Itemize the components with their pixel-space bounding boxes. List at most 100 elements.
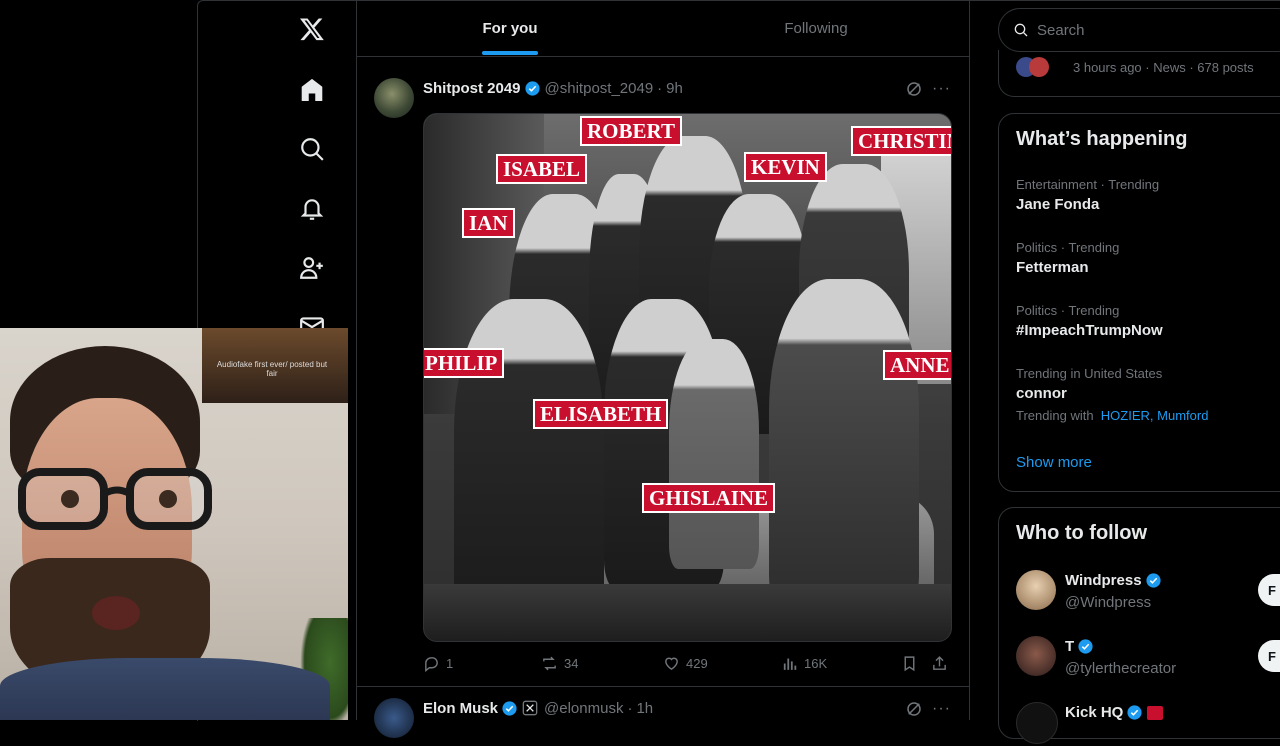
search-input[interactable]: Search xyxy=(998,8,1280,52)
webcam-person-glasses xyxy=(18,468,212,530)
share-icon xyxy=(933,656,946,670)
image-name-tag: IAN xyxy=(462,208,515,238)
trend-name: #ImpeachTrumpNow xyxy=(1016,322,1163,339)
views-icon xyxy=(783,658,797,670)
bell-icon[interactable] xyxy=(297,194,327,224)
author-name[interactable]: Elon Musk xyxy=(423,700,498,717)
add-person-icon[interactable] xyxy=(297,253,327,283)
more-options-icon[interactable]: ··· xyxy=(932,80,951,98)
image-floor xyxy=(424,584,951,641)
trending-with-link[interactable]: HOZIER xyxy=(1101,408,1150,423)
account-name[interactable]: Windpress xyxy=(1065,572,1142,589)
image-name-tag: ROBERT xyxy=(580,116,682,146)
show-more-link[interactable]: Show more xyxy=(1016,454,1092,471)
separator-dot: · xyxy=(657,79,663,97)
image-name-tag: ELISABETH xyxy=(533,399,669,429)
avatar[interactable] xyxy=(1016,636,1056,676)
avatar[interactable] xyxy=(1016,570,1056,610)
trend-item[interactable]: Trending in United States connor Trendin… xyxy=(1016,366,1208,423)
post-time[interactable]: 9h xyxy=(666,80,683,97)
home-icon[interactable] xyxy=(297,75,327,105)
search-placeholder: Search xyxy=(1037,21,1085,39)
avatar[interactable] xyxy=(1016,702,1058,744)
post-header: Shitpost 2049 @shitpost_2049 · 9h xyxy=(423,78,683,98)
image-name-tag: GHISLAINE xyxy=(642,483,776,513)
follow-button[interactable]: F xyxy=(1258,574,1280,606)
repost-button[interactable]: 34 xyxy=(541,655,578,672)
follow-suggestion[interactable]: Kick HQ xyxy=(1016,702,1280,746)
image-name-tag: ANNE xyxy=(883,350,951,380)
author-handle[interactable]: @shitpost_2049 xyxy=(545,80,654,97)
tab-following[interactable]: Following xyxy=(663,0,969,56)
trend-name: connor xyxy=(1016,385,1067,402)
reply-button[interactable]: 1 xyxy=(423,655,453,672)
trend-item[interactable]: Entertainment · Trending Jane Fonda xyxy=(1016,177,1159,213)
trend-name: Fetterman xyxy=(1016,259,1089,276)
post-actions: 1 34 429 16K xyxy=(423,655,953,675)
author-name[interactable]: Shitpost 2049 xyxy=(423,80,521,97)
verified-badge-icon xyxy=(502,700,517,716)
follow-suggestion[interactable]: T @tylerthecreator F xyxy=(1016,636,1280,680)
avatar[interactable] xyxy=(374,78,414,118)
account-name-row: Windpress xyxy=(1065,572,1166,589)
trend-category: Entertainment · Trending xyxy=(1016,177,1160,192)
grok-icon[interactable] xyxy=(905,80,923,98)
image-name-tag: PHILIP xyxy=(424,348,505,378)
webcam-frame-text: Audiofake first ever/ posted but fair xyxy=(216,360,328,378)
view-count: 16K xyxy=(804,656,828,671)
follow-suggestion[interactable]: Windpress @Windpress F xyxy=(1016,570,1280,614)
account-handle: @Windpress xyxy=(1065,594,1152,611)
more-options-icon[interactable]: ··· xyxy=(932,700,951,718)
timeline: For you Following Shitpost 2049 @shitpos… xyxy=(356,0,970,738)
trend-item[interactable]: Politics · Trending #ImpeachTrumpNow xyxy=(1016,303,1163,339)
account-name-row: T xyxy=(1065,638,1098,655)
x-logo-icon[interactable] xyxy=(297,14,327,44)
account-name[interactable]: Kick HQ xyxy=(1065,704,1123,721)
account-name-row: Kick HQ xyxy=(1065,704,1164,721)
post[interactable]: Shitpost 2049 @shitpost_2049 · 9h ··· RO… xyxy=(357,66,969,687)
panel-title: What’s happening xyxy=(1016,128,1188,150)
like-count: 429 xyxy=(686,656,708,671)
views-button[interactable]: 16K xyxy=(781,655,827,672)
image-figure xyxy=(769,279,919,609)
grok-icon[interactable] xyxy=(905,700,923,718)
account-name[interactable]: T xyxy=(1065,638,1074,655)
like-button[interactable]: 429 xyxy=(663,655,708,672)
post-time[interactable]: 1h xyxy=(636,700,653,717)
trend-category: Politics · Trending xyxy=(1016,303,1120,318)
author-handle[interactable]: @elonmusk xyxy=(544,700,623,717)
reply-icon xyxy=(425,657,438,672)
trend-category: Politics · Trending xyxy=(1016,240,1120,255)
trending-with: Trending with HOZIER, Mumford xyxy=(1016,408,1208,423)
trend-category: Trending in United States xyxy=(1016,366,1163,381)
bookmark-icon xyxy=(904,656,915,672)
whats-happening-panel: What’s happening Entertainment · Trendin… xyxy=(998,113,1280,492)
news-meta: 3 hours ago · News · 678 posts xyxy=(1073,60,1254,75)
image-name-tag: CHRISTIN xyxy=(851,126,951,156)
news-avatar xyxy=(1029,57,1049,77)
share-button[interactable] xyxy=(931,655,948,672)
tab-for-you[interactable]: For you xyxy=(357,0,663,56)
news-item[interactable]: 3 hours ago · News · 678 posts xyxy=(998,50,1280,97)
post-header: Elon Musk @elonmusk · 1h xyxy=(423,698,653,718)
follow-button[interactable]: F xyxy=(1258,640,1280,672)
x-affiliate-icon xyxy=(522,700,538,716)
heart-icon xyxy=(665,657,678,671)
trend-item[interactable]: Politics · Trending Fetterman xyxy=(1016,240,1119,276)
bookmark-button[interactable] xyxy=(901,655,918,672)
timeline-tabs: For you Following xyxy=(357,0,969,57)
tab-label: For you xyxy=(482,19,538,37)
search-icon[interactable] xyxy=(297,134,327,164)
webcam-person-mouth xyxy=(92,596,140,630)
image-name-tag: ISABEL xyxy=(496,154,588,184)
reply-count: 1 xyxy=(446,656,454,671)
trending-with-link[interactable]: Mumford xyxy=(1157,408,1208,423)
account-handle: @tylerthecreator xyxy=(1065,660,1177,677)
avatar[interactable] xyxy=(374,698,414,738)
verified-badge-icon xyxy=(524,80,540,96)
post-image[interactable]: ROBERT CHRISTIN ISABEL KEVIN IAN PHILIP … xyxy=(423,113,952,642)
search-icon xyxy=(1014,23,1028,37)
repost-icon xyxy=(543,656,556,671)
post[interactable]: Elon Musk @elonmusk · 1h ··· xyxy=(357,688,969,738)
trending-with-label: Trending with xyxy=(1016,408,1094,423)
